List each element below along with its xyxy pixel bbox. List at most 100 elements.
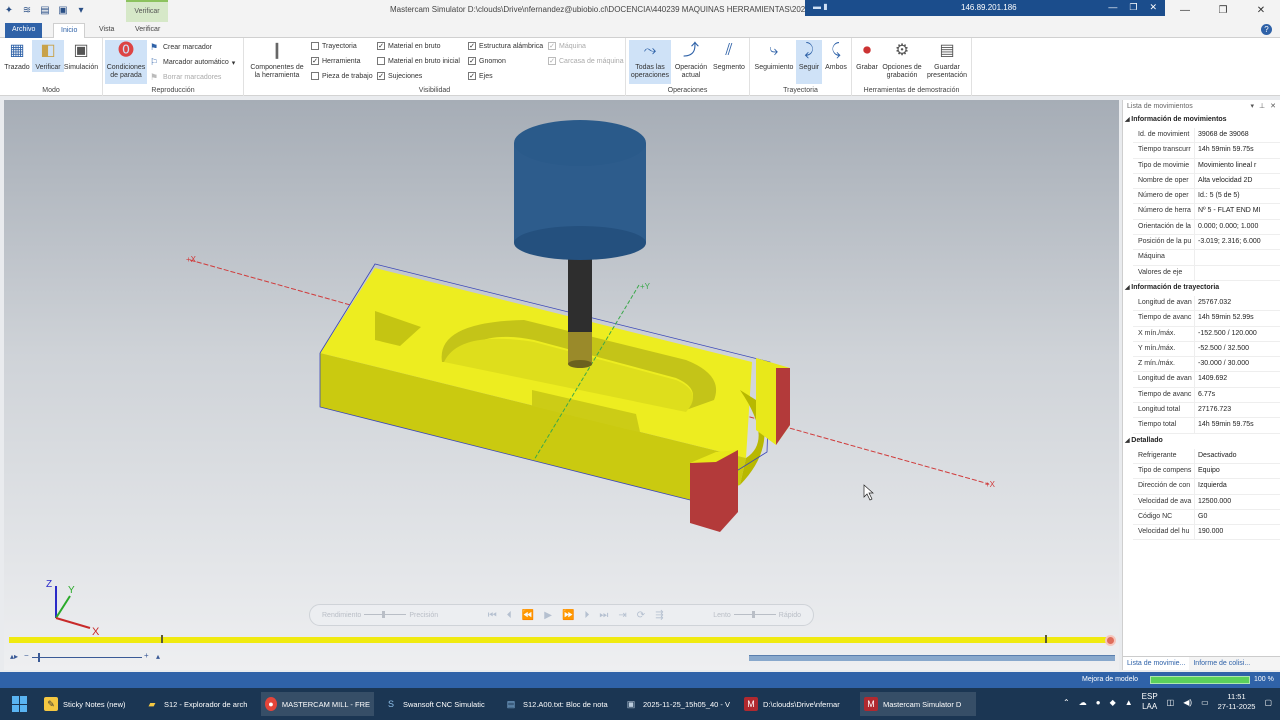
save-presentation-button[interactable]: ▤ Guardar presentación xyxy=(924,40,970,80)
tab-home[interactable]: Inicio xyxy=(53,23,86,38)
stop-conditions-button[interactable]: ⓿ Condiciones de parada xyxy=(105,40,147,84)
tab-moves-list[interactable]: Lista de movimie... xyxy=(1123,657,1190,670)
checkbox-checked[interactable]: ✓ xyxy=(377,42,385,50)
speed-icon[interactable]: ⇶ xyxy=(655,610,663,621)
property-row[interactable]: Longitud de avan 25767.032 xyxy=(1133,295,1280,312)
panel-section-header[interactable]: Información de movimientos xyxy=(1123,113,1280,128)
remote-minimize-icon[interactable]: — xyxy=(1108,2,1117,13)
property-row[interactable]: Posición de la pu -3.019; 2.316; 6.000 xyxy=(1133,235,1280,251)
toggle-toolpath[interactable]: Trayectoria xyxy=(311,42,357,50)
auto-marker-button[interactable]: ⚐ Marcador automático ▾ xyxy=(150,57,235,68)
property-row[interactable]: Id. de movimient 39068 de 39068 xyxy=(1133,128,1280,144)
property-row[interactable]: Tipo de compens Equipo xyxy=(1133,463,1280,480)
weather-icon[interactable]: ● xyxy=(1096,698,1101,707)
record-options-button[interactable]: ⚙ Opciones de grabación xyxy=(880,40,924,80)
help-icon[interactable]: ? xyxy=(1261,24,1272,35)
toggle-wireframe[interactable]: ✓ Estructura alámbrica xyxy=(468,42,543,50)
property-row[interactable]: Tiempo de avanc 14h 59min 52.99s xyxy=(1133,311,1280,327)
toggle-stock[interactable]: ✓ Material en bruto xyxy=(377,42,441,50)
tab-file[interactable]: Archivo xyxy=(5,23,43,38)
all-operations-button[interactable]: ⤳ Todas las operaciones xyxy=(629,40,671,84)
property-row[interactable]: Tipo de movimie Movimiento lineal r xyxy=(1133,158,1280,174)
rewind-icon[interactable]: ⏪ xyxy=(522,610,534,621)
toggle-workpiece[interactable]: Pieza de trabajo xyxy=(311,72,373,80)
tool-components-button[interactable]: ❙ Componentes de la herramienta xyxy=(248,40,306,80)
speed-slider-group[interactable]: Lento Rápido xyxy=(713,611,801,619)
panel-section-header[interactable]: Detallado xyxy=(1123,434,1280,449)
zoom-slider-thumb[interactable] xyxy=(38,653,40,662)
operation-range-bar[interactable] xyxy=(749,655,1115,661)
clock[interactable]: 11:51 27-11-2025 xyxy=(1218,692,1256,712)
follow-button[interactable]: ⤸ Seguir xyxy=(796,40,822,84)
toggle-initial-stock[interactable]: Material en bruto inicial xyxy=(377,57,460,65)
close-icon[interactable]: ✕ xyxy=(1242,0,1280,20)
current-operation-button[interactable]: ⤴ Operación actual xyxy=(672,40,710,80)
step-icon[interactable]: ⇥ xyxy=(618,610,626,621)
tab-verify[interactable]: Verificar xyxy=(128,23,167,38)
security-icon[interactable]: ◆ xyxy=(1110,698,1116,707)
simulation-mode-button[interactable]: ▣ Simulación xyxy=(63,40,99,72)
pin-icon[interactable]: ⊥ xyxy=(1259,102,1265,110)
remote-close-icon[interactable]: ✕ xyxy=(1149,2,1157,13)
create-marker-button[interactable]: ⚑ Crear marcador xyxy=(150,42,212,53)
app-icon[interactable]: ✦ xyxy=(2,3,16,17)
taskbar-mastercam-simulator[interactable]: M Mastercam Simulator D xyxy=(860,692,976,716)
toggle-machine[interactable]: ✓ Máquina xyxy=(548,42,586,50)
toggle-tool[interactable]: ✓ Herramienta xyxy=(311,57,361,65)
battery-icon[interactable]: ▭ xyxy=(1201,698,1209,707)
property-row[interactable]: Máquina xyxy=(1133,250,1280,266)
property-row[interactable]: Z mín./máx. -30.000 / 30.000 xyxy=(1133,357,1280,373)
windows-start-icon[interactable] xyxy=(12,696,28,712)
remote-restore-icon[interactable]: ❐ xyxy=(1129,2,1137,13)
toggle-fixtures[interactable]: ✓ Sujeciones xyxy=(377,72,422,80)
3d-viewport[interactable]: +X +X +Y Z Y X Rendimiento Precisión ⏮ ⏴… xyxy=(4,100,1119,670)
simulation-scene[interactable]: +X +X +Y Z Y X xyxy=(4,100,1119,670)
property-row[interactable]: Tiempo transcurr 14h 59min 59.75s xyxy=(1133,143,1280,159)
property-row[interactable]: Y mín./máx. -52.500 / 32.500 xyxy=(1133,341,1280,358)
zoom-minus-icon[interactable]: − xyxy=(24,651,29,660)
taskbar-video[interactable]: ▣ 2025-11-25_15h05_40 - V xyxy=(620,692,736,716)
play-icon[interactable]: ▶ xyxy=(544,610,552,621)
taskbar-file-explorer[interactable]: ▰ S12 - Explorador de arch xyxy=(141,692,254,716)
checkbox-checked[interactable]: ✓ xyxy=(548,57,556,65)
tab-view[interactable]: Vista xyxy=(92,23,121,38)
tracking-button[interactable]: ⤷ Seguimiento xyxy=(752,40,796,72)
speed-slider[interactable] xyxy=(733,611,776,619)
property-row[interactable]: Longitud total 27176.723 xyxy=(1133,403,1280,419)
property-row[interactable]: Velocidad del hu 190.000 xyxy=(1133,525,1280,541)
volume-icon[interactable]: ◀) xyxy=(1183,698,1192,707)
remote-bar-icon[interactable]: ▬ ▮ xyxy=(813,2,828,11)
taskbar-swansoft[interactable]: S Swansoft CNC Simulatic xyxy=(380,692,496,716)
timeline-marker[interactable] xyxy=(1045,635,1047,643)
checkbox-checked[interactable]: ✓ xyxy=(468,57,476,65)
both-button[interactable]: ⤹ Ambos xyxy=(822,40,850,72)
notifications-icon[interactable]: ▢ xyxy=(1264,698,1272,707)
go-to-start-icon[interactable]: ⏮ xyxy=(488,610,497,621)
zoom-slider-track[interactable] xyxy=(32,657,142,658)
toggle-axes[interactable]: ✓ Ejes xyxy=(468,72,493,80)
panel-section-header[interactable]: Información de trayectoria xyxy=(1123,281,1280,296)
performance-precision-slider[interactable]: Rendimiento Precisión xyxy=(322,611,438,619)
checkbox[interactable] xyxy=(311,72,319,80)
checkbox[interactable] xyxy=(377,57,385,65)
property-row[interactable]: Velocidad de ava 12500.000 xyxy=(1133,494,1280,510)
checkbox-checked[interactable]: ✓ xyxy=(468,72,476,80)
checkbox[interactable] xyxy=(311,42,319,50)
go-to-end-icon[interactable]: ⏭ xyxy=(599,610,608,621)
property-row[interactable]: Valores de eje xyxy=(1133,265,1280,281)
toggle-machine-housing[interactable]: ✓ Carcasa de máquina xyxy=(548,57,624,65)
verify-mode-button[interactable]: ◧ Verificar xyxy=(32,40,64,72)
timeline-track[interactable] xyxy=(9,635,1115,643)
loop-icon[interactable]: ⟳ xyxy=(637,610,645,621)
checkbox-checked[interactable]: ✓ xyxy=(311,57,319,65)
timeline-marker[interactable] xyxy=(161,635,163,643)
quality-slider[interactable] xyxy=(364,611,407,619)
toggle-gnomon[interactable]: ✓ Gnomon xyxy=(468,57,506,65)
taskbar-mastercam-path[interactable]: M D:\clouds\Drive\nfernar xyxy=(740,692,856,716)
step-back-icon[interactable]: ⏴ xyxy=(507,610,512,621)
delete-markers-button[interactable]: ⚑ Borrar marcadores xyxy=(150,72,221,83)
panel-dropdown-icon[interactable]: ▾ xyxy=(1251,102,1255,110)
taskbar-chrome[interactable]: ● MASTERCAM MILL - FRE xyxy=(261,692,374,716)
tray-expand-icon[interactable]: ⌃ xyxy=(1063,698,1070,707)
checkbox-checked[interactable]: ✓ xyxy=(377,72,385,80)
